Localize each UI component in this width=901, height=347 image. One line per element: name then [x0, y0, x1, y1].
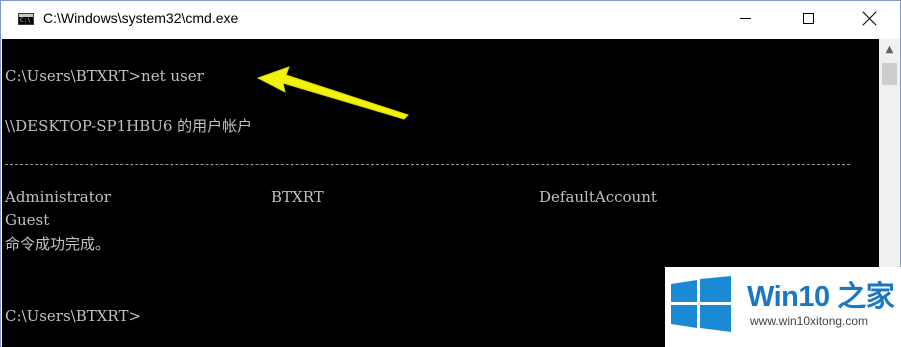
console-line-header: \\DESKTOP-SP1HBU6 的用户帐户	[5, 117, 253, 135]
account-defaultaccount: DefaultAccount	[539, 188, 657, 206]
title-bar[interactable]: C:\Windows\system32\cmd.exe	[1, 1, 900, 39]
minimize-button[interactable]	[722, 1, 768, 35]
scroll-up-button[interactable]: ▲	[879, 39, 900, 60]
window-title: C:\Windows\system32\cmd.exe	[43, 10, 239, 26]
console-separator	[5, 164, 850, 165]
close-button[interactable]	[847, 1, 893, 35]
close-icon	[863, 11, 877, 25]
console-line-command: C:\Users\BTXRT>net user	[5, 67, 204, 85]
account-guest: Guest	[5, 211, 50, 229]
watermark-url: www.win10xitong.com	[750, 314, 869, 328]
console-line-success: 命令成功完成。	[5, 235, 111, 253]
maximize-icon	[802, 12, 814, 24]
chevron-up-icon: ▲	[885, 44, 894, 55]
windows-logo-icon	[671, 276, 731, 332]
account-administrator: Administrator	[5, 188, 111, 206]
cmd-icon	[18, 13, 34, 25]
console-line-prompt: C:\Users\BTXRT>	[5, 307, 142, 325]
minimize-icon	[739, 17, 751, 19]
scrollbar-thumb[interactable]	[882, 63, 897, 85]
watermark: Win10 之家 www.win10xitong.com	[665, 267, 901, 347]
watermark-brand: Win10 之家	[747, 281, 895, 313]
maximize-button[interactable]	[785, 1, 831, 35]
account-btxrt: BTXRT	[271, 188, 324, 206]
